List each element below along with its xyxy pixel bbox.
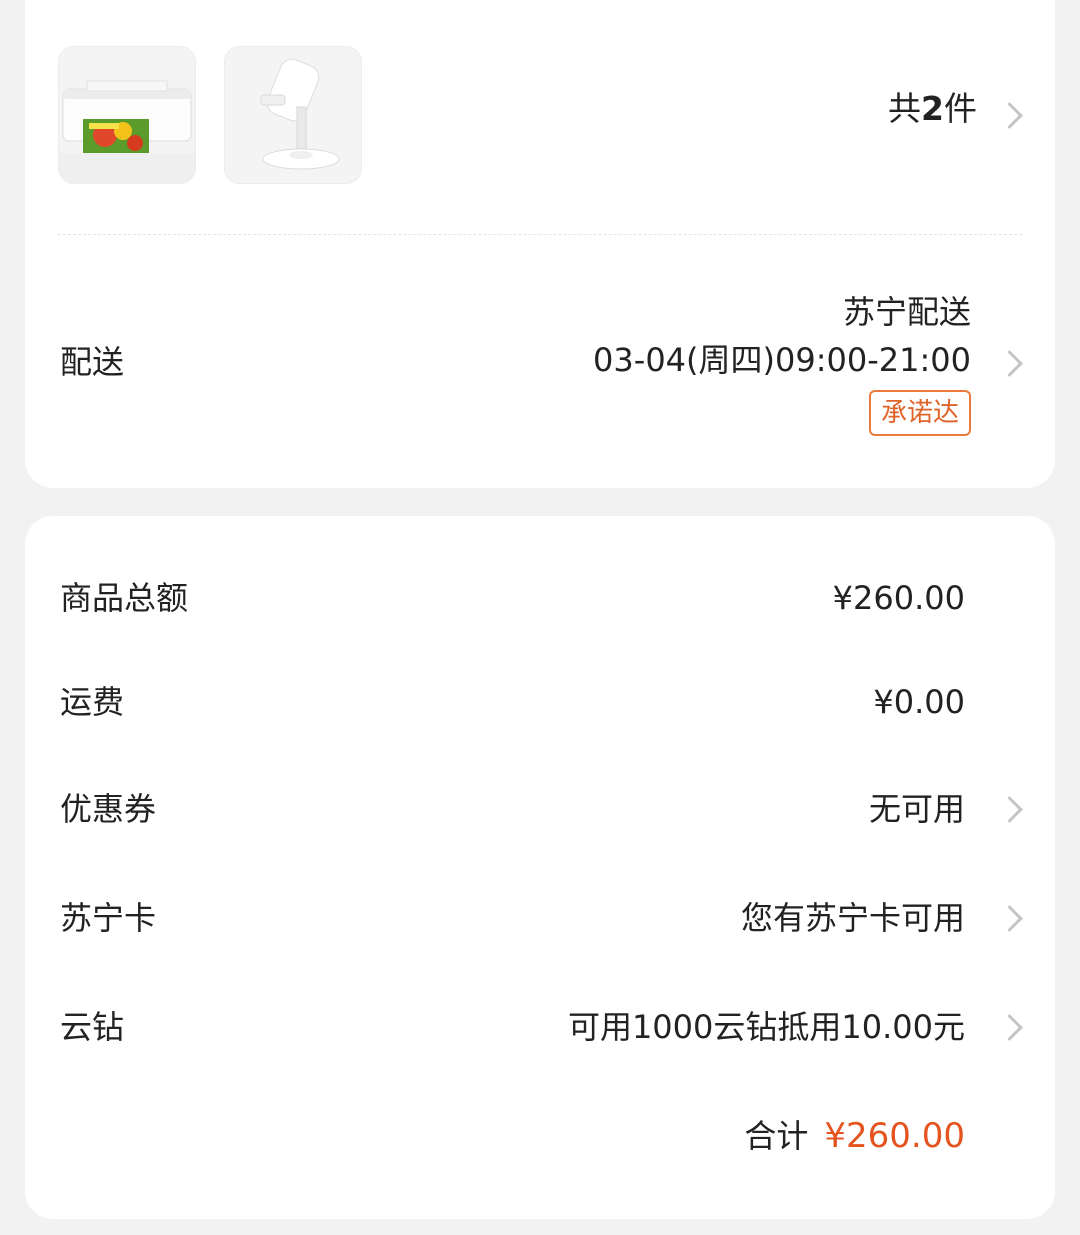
phone-stand-image: [225, 47, 361, 183]
promise-badge: 承诺达: [868, 390, 971, 436]
chevron-right-icon[interactable]: [996, 796, 1023, 823]
chevron-right-icon[interactable]: [996, 102, 1023, 129]
chevron-right-icon[interactable]: [996, 1014, 1023, 1041]
item-count-number: 2: [921, 89, 944, 128]
divider: [58, 234, 1022, 235]
delivery-carrier[interactable]: 苏宁配送: [843, 296, 971, 328]
item-count-prefix: 共: [888, 89, 922, 128]
item-count-suffix: 件: [944, 89, 977, 128]
coupon-value[interactable]: 无可用: [869, 793, 965, 825]
shipping-fee-value: ¥0.00: [873, 683, 965, 721]
chevron-right-icon[interactable]: [996, 350, 1023, 377]
delivery-time-window[interactable]: 03-04(周四)09:00-21:00: [593, 344, 971, 376]
order-total: 合计 ¥260.00: [744, 1119, 965, 1153]
order-items-card: 共2件 配送 苏宁配送 03-04(周四)09:00-21:00 承诺达: [25, 0, 1055, 488]
subtotal-value: ¥260.00: [832, 579, 965, 617]
price-summary-card: 商品总额 ¥260.00 运费 ¥0.00 优惠券 无可用 苏宁卡 您有苏宁卡可…: [25, 516, 1055, 1219]
suning-card-label: 苏宁卡: [60, 899, 157, 937]
product-thumbnail-printer[interactable]: [58, 46, 196, 184]
total-amount: ¥260.00: [824, 1116, 965, 1156]
cloud-diamond-value[interactable]: 可用1000云钻抵用10.00元: [568, 1011, 965, 1043]
total-label: 合计: [744, 1117, 809, 1155]
chevron-right-icon[interactable]: [996, 905, 1023, 932]
coupon-label: 优惠券: [60, 790, 157, 828]
product-thumbnail-phone-stand[interactable]: [224, 46, 362, 184]
cloud-diamond-label: 云钻: [60, 1008, 125, 1046]
delivery-label: 配送: [60, 343, 125, 381]
printer-image: [59, 47, 195, 183]
item-count[interactable]: 共2件: [888, 92, 977, 125]
shipping-fee-label: 运费: [60, 683, 125, 721]
suning-card-value[interactable]: 您有苏宁卡可用: [741, 902, 965, 934]
subtotal-label: 商品总额: [60, 579, 189, 617]
